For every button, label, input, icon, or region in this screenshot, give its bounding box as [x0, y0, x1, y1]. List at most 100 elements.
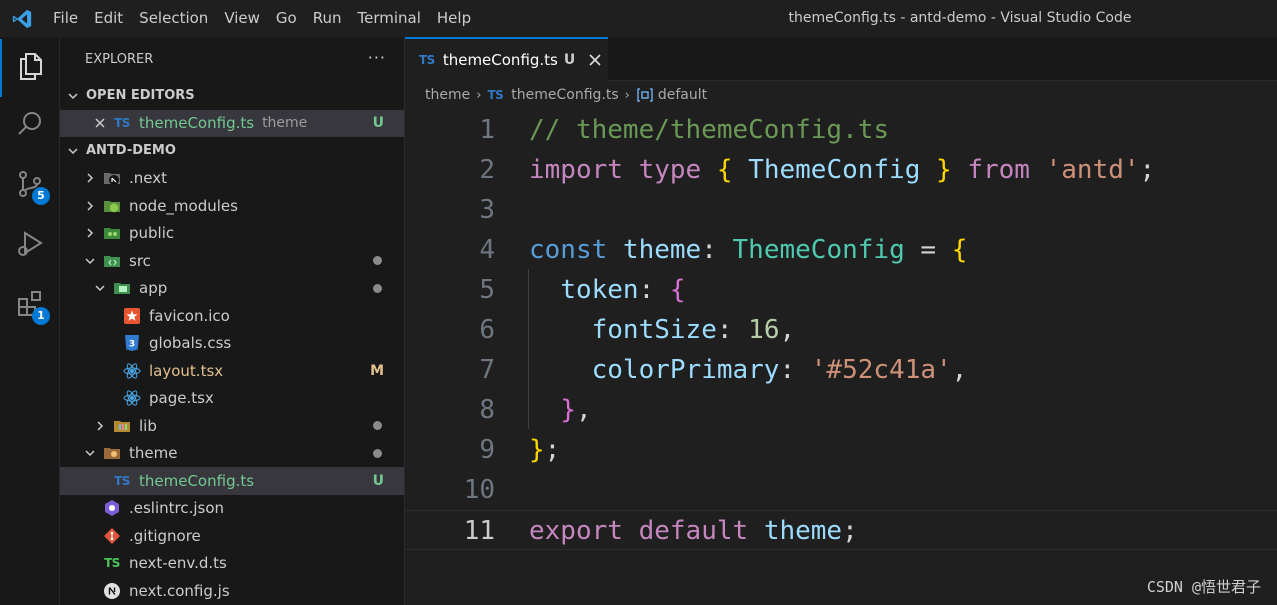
- extensions-badge: 1: [32, 307, 50, 325]
- tree-item-label: .eslintrc.json: [129, 499, 225, 518]
- menu-bar: File Edit Selection View Go Run Terminal…: [44, 0, 479, 37]
- untracked-status: U: [372, 115, 384, 132]
- tree-item-label: lib: [139, 416, 157, 435]
- menu-selection[interactable]: Selection: [131, 0, 216, 37]
- tree-item-globals-css[interactable]: 3 globals.css: [60, 330, 404, 358]
- editor-tabs: TS themeConfig.ts U: [405, 37, 1277, 81]
- tree-item-next-config[interactable]: next.config.js: [60, 577, 404, 605]
- watermark: CSDN @悟世君子: [1146, 578, 1261, 596]
- modified-dot: [373, 448, 382, 458]
- tree-item-src-folder[interactable]: src: [60, 247, 404, 275]
- react-file-icon: [123, 362, 141, 380]
- breadcrumb: theme › TS themeConfig.ts › default: [405, 81, 1277, 109]
- vscode-logo-icon: [0, 0, 44, 37]
- svg-text:3: 3: [129, 340, 135, 350]
- tree-item-label: themeConfig.ts: [139, 471, 255, 490]
- chevron-down-icon: [93, 281, 107, 295]
- react-file-icon: [123, 389, 141, 407]
- tree-item-label: next.config.js: [129, 581, 230, 600]
- tree-item-layout-tsx[interactable]: layout.tsx M: [60, 357, 404, 385]
- chevron-right-icon: ›: [624, 87, 630, 103]
- tree-item-label: app: [139, 279, 168, 298]
- code-line: 1 // theme/themeConfig.ts: [405, 110, 1277, 150]
- tree-item-label: theme: [129, 444, 178, 463]
- chevron-down-icon: [66, 144, 80, 158]
- tab-themeconfig[interactable]: TS themeConfig.ts U: [405, 37, 608, 81]
- menu-view[interactable]: View: [216, 0, 268, 37]
- tree-item-next-folder[interactable]: .next: [60, 165, 404, 193]
- more-actions-button[interactable]: ···: [368, 48, 386, 67]
- menu-file[interactable]: File: [44, 0, 86, 37]
- run-debug-activity-button[interactable]: [0, 217, 60, 275]
- breadcrumb-folder[interactable]: theme: [425, 87, 470, 103]
- code-line: 2 import type { ThemeConfig } from 'antd…: [405, 150, 1277, 190]
- tree-item-label: next-env.d.ts: [129, 554, 227, 573]
- extensions-activity-button[interactable]: 1: [0, 277, 60, 335]
- project-section[interactable]: ANTD-DEMO: [60, 137, 404, 165]
- line-number: 5: [479, 275, 495, 305]
- chevron-down-icon: [66, 89, 80, 103]
- eslint-file-icon: [103, 499, 121, 517]
- activity-bar: 5 1: [0, 37, 60, 605]
- menu-terminal[interactable]: Terminal: [350, 0, 429, 37]
- tree-item-public-folder[interactable]: public: [60, 220, 404, 248]
- open-editor-filename: themeConfig.ts: [139, 114, 255, 133]
- next-config-icon: [103, 582, 121, 600]
- tree-item-gitignore[interactable]: .gitignore: [60, 522, 404, 550]
- app-folder-icon: [113, 279, 131, 297]
- code-line: 7 colorPrimary: '#52c41a',: [405, 350, 1277, 390]
- tree-item-app-folder[interactable]: app: [60, 275, 404, 303]
- tree-item-node-modules[interactable]: node_modules: [60, 192, 404, 220]
- line-number: 2: [479, 155, 495, 185]
- chevron-right-icon: ›: [476, 87, 482, 103]
- tree-item-theme-folder[interactable]: theme: [60, 440, 404, 468]
- tree-item-label: page.tsx: [149, 389, 214, 408]
- tree-item-favicon[interactable]: favicon.ico: [60, 302, 404, 330]
- tree-item-label: favicon.ico: [149, 306, 230, 325]
- current-code-line: 11 export default theme;: [405, 510, 1277, 550]
- tree-item-lib-folder[interactable]: lib: [60, 412, 404, 440]
- tree-item-page-tsx[interactable]: page.tsx: [60, 385, 404, 413]
- typescript-file-icon: TS: [487, 88, 504, 102]
- source-control-activity-button[interactable]: 5: [0, 157, 60, 215]
- explorer-activity-button[interactable]: [0, 39, 60, 97]
- chevron-right-icon: [83, 199, 97, 213]
- tree-item-themeconfig-ts[interactable]: TS themeConfig.ts U: [60, 467, 404, 495]
- code-editor[interactable]: 1 // theme/themeConfig.ts 2 import type …: [405, 109, 1277, 605]
- open-editor-item[interactable]: TS themeConfig.ts theme U: [60, 109, 404, 137]
- explorer-sidebar: EXPLORER ··· OPEN EDITORS TS themeConfig…: [60, 37, 405, 605]
- line-number: 9: [479, 435, 495, 465]
- open-editors-label: OPEN EDITORS: [86, 88, 195, 104]
- breadcrumb-symbol[interactable]: default: [658, 87, 707, 103]
- typescript-file-icon: TS: [419, 53, 435, 67]
- tree-item-next-env[interactable]: TS next-env.d.ts: [60, 550, 404, 578]
- tree-item-label: src: [129, 251, 151, 270]
- source-control-badge: 5: [32, 187, 50, 205]
- modified-dot: [373, 421, 382, 431]
- tree-item-label: .next: [129, 169, 167, 188]
- chevron-down-icon: [83, 254, 97, 268]
- favicon-file-icon: [123, 307, 141, 325]
- code-line: 10: [405, 470, 1277, 510]
- files-icon: [16, 51, 46, 85]
- tree-item-label: layout.tsx: [149, 361, 224, 380]
- tree-item-eslintrc[interactable]: .eslintrc.json: [60, 495, 404, 523]
- close-icon[interactable]: [93, 116, 107, 130]
- menu-edit[interactable]: Edit: [86, 0, 131, 37]
- typescript-def-icon: TS: [104, 556, 120, 571]
- menu-help[interactable]: Help: [429, 0, 479, 37]
- run-debug-icon: [15, 229, 45, 263]
- close-icon[interactable]: [587, 52, 603, 68]
- open-editor-folder: theme: [262, 115, 308, 132]
- line-number: 4: [479, 235, 495, 265]
- breadcrumb-file[interactable]: themeConfig.ts: [511, 87, 618, 103]
- open-editors-section[interactable]: OPEN EDITORS: [60, 82, 404, 110]
- menu-go[interactable]: Go: [268, 0, 305, 37]
- typescript-file-icon: TS: [114, 116, 130, 131]
- menu-run[interactable]: Run: [305, 0, 350, 37]
- search-activity-button[interactable]: [0, 97, 60, 155]
- line-number: 7: [479, 355, 495, 385]
- chevron-right-icon: [83, 226, 97, 240]
- code-line: 9 };: [405, 430, 1277, 470]
- chevron-down-icon: [83, 446, 97, 460]
